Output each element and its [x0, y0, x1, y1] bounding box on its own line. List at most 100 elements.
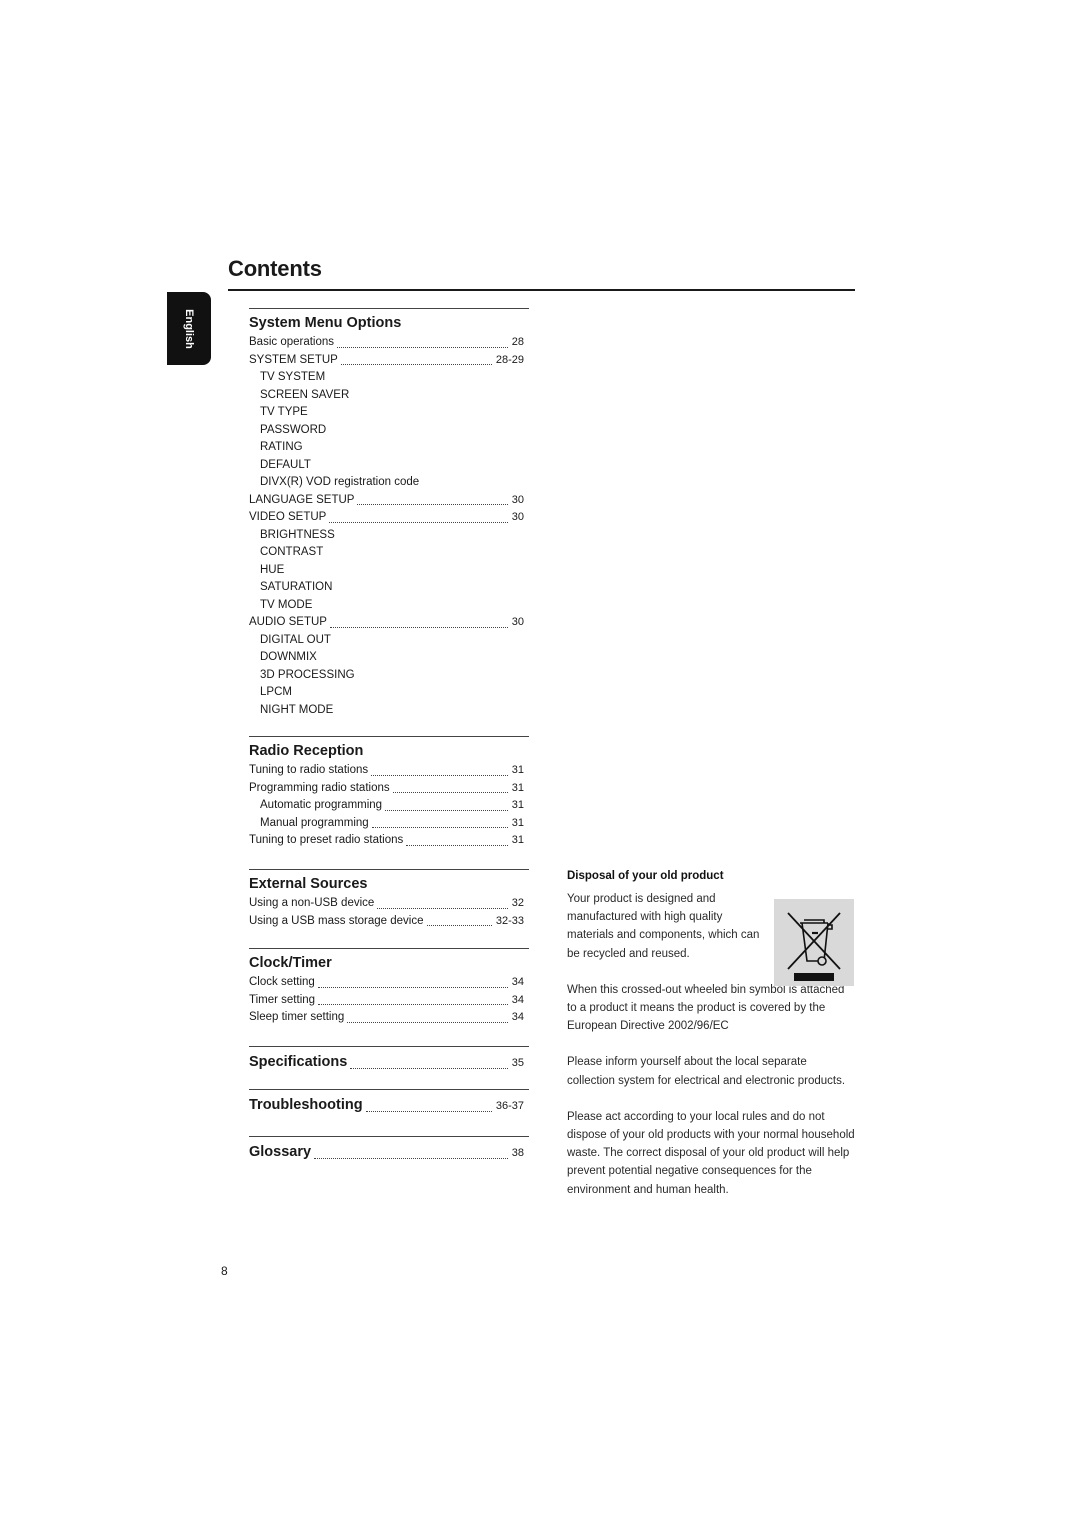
section-system-menu-options: System Menu Options Basic operations 28 SY… [249, 308, 529, 719]
page-ref: 31 [511, 799, 524, 811]
toc-entry[interactable]: DOWNMIX [249, 649, 529, 667]
toc-entries: Using a non-USB device 32 Using a USB mass… [249, 895, 529, 930]
toc-entry[interactable]: Using a non-USB device 32 [249, 895, 529, 913]
toc-entry[interactable]: TV MODE [249, 597, 529, 615]
dot-leader [337, 346, 508, 348]
toc-entries: Basic operations 28 SYSTEM SETUP 28-29 TV SY… [249, 334, 529, 719]
toc-entry[interactable]: CONTRAST [249, 544, 529, 562]
dot-leader [347, 1021, 508, 1023]
page-ref: 30 [511, 616, 524, 628]
toc-entry[interactable]: TV SYSTEM [249, 369, 529, 387]
toc-entry[interactable]: Sleep timer setting 34 [249, 1009, 529, 1027]
dot-leader [318, 1004, 508, 1005]
toc-entry-label: Clock setting [249, 976, 315, 988]
section-heading: System Menu Options [249, 315, 402, 331]
section-divider [249, 948, 529, 949]
toc-entry[interactable]: BRIGHTNESS [249, 527, 529, 545]
section-heading: Radio Reception [249, 743, 364, 759]
page-ref: 30 [511, 493, 524, 506]
toc-entry-label: Programming radio stations [249, 781, 390, 794]
toc-entries: Tuning to radio stations 31 Programming ra… [249, 762, 529, 850]
section-clock-timer: Clock/Timer Clock setting 34 Timer setting… [249, 948, 529, 1027]
toc-entry-label: SCREEN SAVER [260, 388, 350, 401]
toc-entry-troubleshooting[interactable]: Troubleshooting 36-37 [249, 1094, 529, 1116]
toc-entry-label: SATURATION [260, 581, 333, 593]
dot-leader [371, 774, 508, 776]
toc-entry[interactable]: PASSWORD [249, 422, 529, 440]
toc-entry[interactable]: HUE [249, 562, 529, 580]
toc-entry-label: VIDEO SETUP [249, 511, 327, 523]
section-heading: External Sources [249, 876, 368, 892]
section-divider [249, 1089, 529, 1090]
toc-entry[interactable]: TV TYPE [249, 404, 529, 422]
toc-entry[interactable]: NIGHT MODE [249, 702, 529, 720]
disposal-paragraph: When this crossed-out wheeled bin symbol… [567, 983, 845, 1033]
section-heading: Specifications [249, 1054, 348, 1070]
toc-entry-label: PASSWORD [260, 423, 327, 436]
language-tab: English [167, 292, 211, 365]
toc-entry[interactable]: DIVX(R) VOD registration code [249, 474, 529, 492]
toc-entry-label: Using a non-USB device [249, 897, 375, 909]
toc-entry-label: TV MODE [260, 598, 313, 611]
toc-entry[interactable]: LPCM [249, 684, 529, 702]
toc-entry-label: Sleep timer setting [249, 1011, 345, 1023]
page-ref: 31 [511, 816, 524, 829]
toc-entry-label: TV SYSTEM [260, 371, 326, 383]
section-divider [249, 308, 529, 309]
toc-entry[interactable]: Clock setting 34 [249, 974, 529, 992]
toc-entry[interactable]: SYSTEM SETUP 28-29 [249, 352, 529, 370]
toc-entry-label: RATING [260, 441, 303, 453]
toc-entry-label: DEFAULT [260, 458, 311, 471]
section-divider [249, 1046, 529, 1047]
section-troubleshooting: Troubleshooting 36-37 [249, 1089, 529, 1116]
toc-entry[interactable]: Programming radio stations 31 [249, 780, 529, 798]
toc-entry-label: LPCM [260, 686, 292, 698]
toc-entry[interactable]: Tuning to preset radio stations 31 [249, 832, 529, 850]
page-ref: 36-37 [495, 1100, 524, 1112]
toc-entry[interactable]: RATING [249, 439, 529, 457]
toc-entry-label: Tuning to preset radio stations [249, 834, 404, 846]
page-ref: 32 [511, 897, 524, 909]
toc-entry-specifications[interactable]: Specifications 35 [249, 1051, 529, 1073]
toc-entry[interactable]: Automatic programming 31 [249, 797, 529, 815]
page-ref: 35 [511, 1057, 524, 1069]
page-ref: 34 [511, 1011, 524, 1023]
toc-entry-label: LANGUAGE SETUP [249, 493, 355, 506]
toc-entry[interactable]: 3D PROCESSING [249, 667, 529, 685]
toc-entry-label: CONTRAST [260, 546, 324, 558]
toc-entry[interactable]: Using a USB mass storage device 32-33 [249, 913, 529, 931]
page-ref: 31 [511, 781, 524, 794]
dot-leader [426, 925, 492, 926]
section-heading: Clock/Timer [249, 955, 332, 971]
page-ref: 31 [511, 764, 524, 776]
toc-entry[interactable]: DIGITAL OUT [249, 632, 529, 650]
dot-leader [314, 1158, 508, 1159]
disposal-heading: Disposal of your old product [567, 870, 724, 882]
toc-entry[interactable]: Manual programming 31 [249, 815, 529, 833]
language-tab-label: English [183, 308, 195, 349]
page-ref: 28-29 [495, 353, 524, 366]
toc-entry[interactable]: Basic operations 28 [249, 334, 529, 352]
toc-entry-label: TV TYPE [260, 406, 308, 418]
toc-entry[interactable]: AUDIO SETUP 30 [249, 614, 529, 632]
toc-entry[interactable]: SCREEN SAVER [249, 387, 529, 405]
toc-entry-label: DIVX(R) VOD registration code [260, 476, 420, 488]
toc-entry[interactable]: SATURATION [249, 579, 529, 597]
dot-leader [350, 1068, 508, 1069]
toc-entry-label: Using a USB mass storage device [249, 914, 424, 927]
section-heading: Glossary [249, 1144, 312, 1160]
section-divider [249, 869, 529, 870]
dot-leader [392, 792, 508, 793]
toc-entry[interactable]: VIDEO SETUP 30 [249, 509, 529, 527]
toc-entry-label: BRIGHTNESS [260, 528, 335, 541]
toc-entry[interactable]: Tuning to radio stations 31 [249, 762, 529, 780]
toc-entry[interactable]: LANGUAGE SETUP 30 [249, 492, 529, 510]
section-heading: Troubleshooting [249, 1097, 363, 1113]
toc-entry-glossary[interactable]: Glossary 38 [249, 1141, 529, 1163]
disposal-paragraph: Please act according to your local rules… [567, 1110, 855, 1196]
dot-leader [385, 809, 508, 811]
toc-entry[interactable]: DEFAULT [249, 457, 529, 475]
toc-entry[interactable]: Timer setting 34 [249, 992, 529, 1010]
dot-leader [365, 1111, 492, 1112]
toc-entry-label: Timer setting [249, 993, 316, 1006]
